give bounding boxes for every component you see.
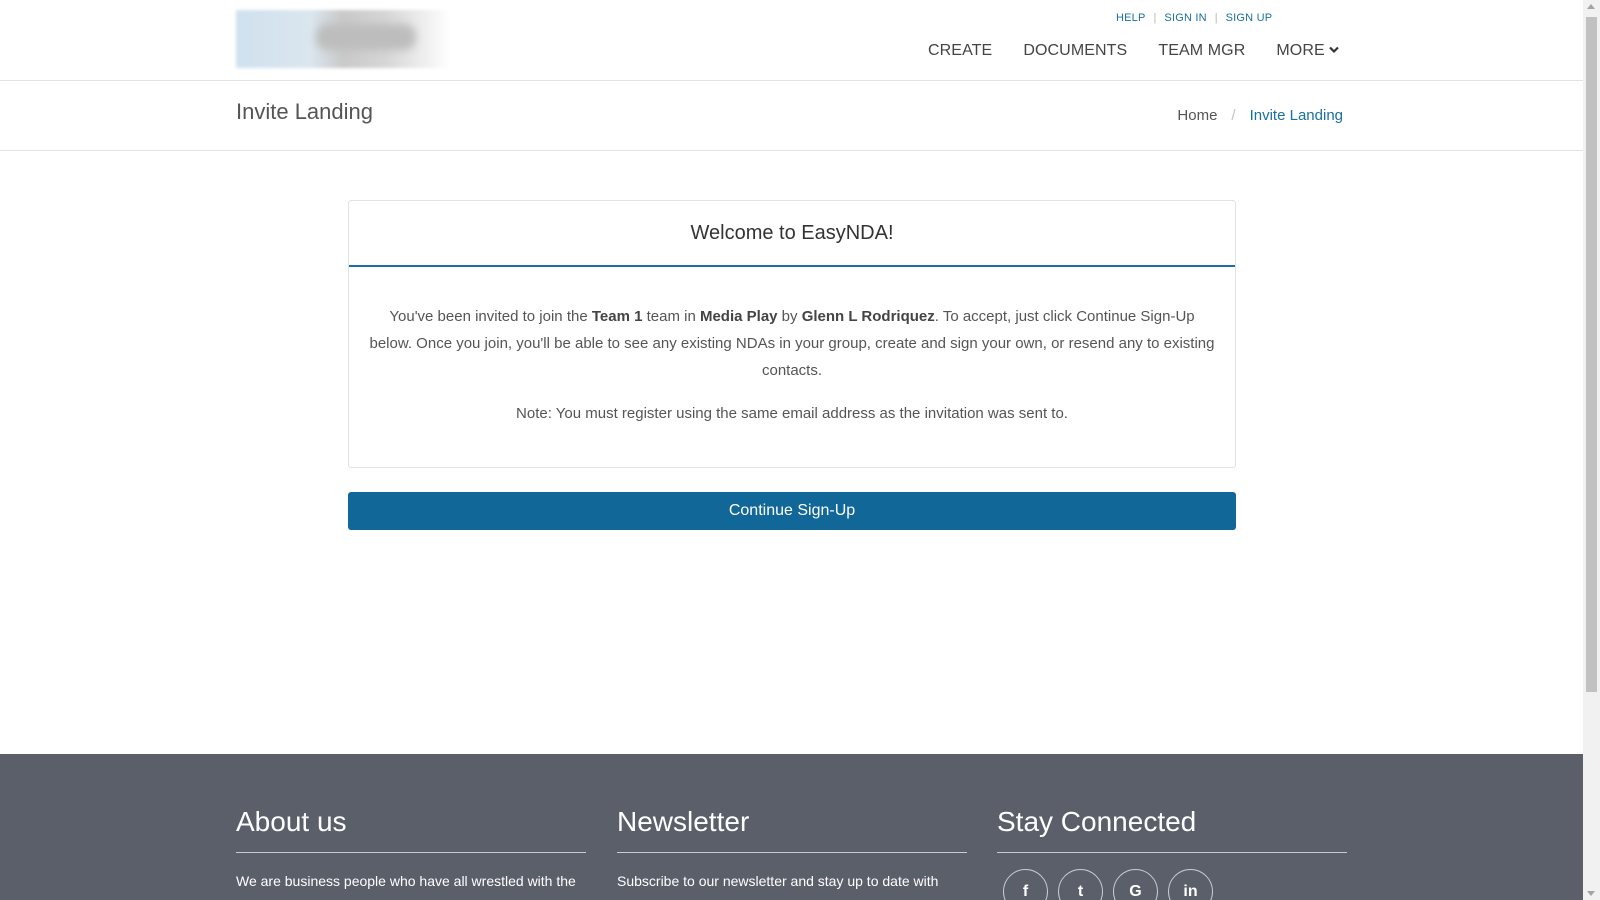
footer-about-title: About us — [236, 806, 586, 853]
top-link-separator: | — [1153, 12, 1157, 24]
scroll-down-arrow-icon[interactable] — [1587, 891, 1595, 896]
nav-more-dropdown[interactable]: MORE — [1276, 42, 1339, 60]
vertical-scrollbar[interactable] — [1583, 0, 1600, 900]
facebook-icon[interactable]: f — [1003, 869, 1048, 900]
welcome-card: Welcome to EasyNDA! You've been invited … — [348, 200, 1236, 468]
google-icon[interactable]: G — [1113, 869, 1158, 900]
scroll-up-arrow-icon[interactable] — [1587, 4, 1595, 9]
footer-newsletter-title: Newsletter — [617, 806, 967, 853]
nav-team-mgr[interactable]: TEAM MGR — [1158, 42, 1245, 60]
invite-inviter-name: Glenn L Rodriquez — [801, 308, 935, 325]
footer-newsletter: Newsletter Subscribe to our newsletter a… — [617, 806, 967, 889]
footer-stay-connected: Stay Connected f t G in — [997, 806, 1347, 900]
logo-blurred-mark — [316, 24, 416, 50]
page-header: Invite Landing Home / Invite Landing — [0, 81, 1583, 151]
social-links: f t G in — [997, 869, 1347, 900]
welcome-card-body: You've been invited to join the Team 1 t… — [349, 267, 1235, 427]
invite-message: You've been invited to join the Team 1 t… — [369, 303, 1215, 384]
help-link[interactable]: HELP — [1116, 12, 1146, 24]
scrollbar-thumb[interactable] — [1586, 17, 1597, 692]
welcome-title: Welcome to EasyNDA! — [349, 201, 1235, 267]
breadcrumb: Home / Invite Landing — [1177, 107, 1343, 124]
footer: About us We are business people who have… — [0, 754, 1583, 900]
invite-text-1: You've been invited to join the — [389, 308, 592, 325]
nav-documents[interactable]: DOCUMENTS — [1023, 42, 1127, 60]
continue-sign-up-button[interactable]: Continue Sign-Up — [348, 492, 1236, 530]
breadcrumb-current: Invite Landing — [1249, 107, 1343, 124]
page-title: Invite Landing — [236, 99, 373, 124]
footer-newsletter-text: Subscribe to our newsletter and stay up … — [617, 873, 939, 889]
sign-in-link[interactable]: SIGN IN — [1164, 12, 1206, 24]
footer-stay-connected-title: Stay Connected — [997, 806, 1347, 853]
chevron-down-icon — [1328, 46, 1339, 54]
main-nav: CREATE DOCUMENTS TEAM MGR MORE — [928, 42, 1370, 60]
breadcrumb-separator: / — [1231, 107, 1236, 124]
top-utility-links: HELP | SIGN IN | SIGN UP — [1116, 12, 1272, 24]
site-logo[interactable] — [236, 10, 450, 68]
footer-about-text: We are business people who have all wres… — [236, 873, 576, 889]
breadcrumb-home[interactable]: Home — [1177, 107, 1217, 124]
invite-note: Note: You must register using the same e… — [516, 405, 1068, 422]
twitter-icon[interactable]: t — [1058, 869, 1103, 900]
invite-org-name: Media Play — [699, 308, 778, 325]
linkedin-icon[interactable]: in — [1168, 869, 1213, 900]
invite-team-name: Team 1 — [591, 308, 643, 325]
top-link-separator: | — [1214, 12, 1218, 24]
nav-more-label: MORE — [1276, 42, 1325, 59]
invite-text-2: team in — [642, 308, 700, 325]
footer-about: About us We are business people who have… — [236, 806, 586, 889]
sign-up-link[interactable]: SIGN UP — [1226, 12, 1273, 24]
invite-text-3: by — [777, 308, 802, 325]
top-header: HELP | SIGN IN | SIGN UP CREATE DOCUMENT… — [0, 0, 1583, 81]
nav-create[interactable]: CREATE — [928, 42, 992, 60]
